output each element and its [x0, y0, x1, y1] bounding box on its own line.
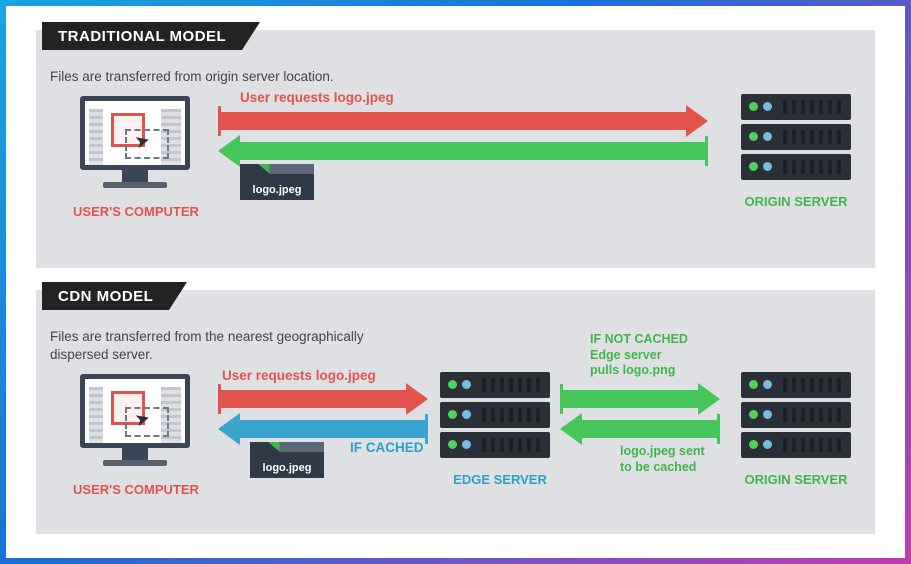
origin-server-label: ORIGIN SERVER [731, 194, 861, 209]
arrow-response [218, 142, 708, 160]
arrow-request-edge [218, 390, 428, 408]
stage-traditional: ➤ USER'S COMPUTER ORIGIN SERVER User req… [50, 92, 861, 242]
panel-cdn: CDN MODEL Files are transferred from the… [36, 290, 875, 534]
edge-server-icon [440, 372, 550, 462]
file-chip: logo.jpeg [250, 442, 324, 478]
diagram-page: TRADITIONAL MODEL Files are transferred … [6, 6, 905, 558]
panel-desc-cdn: Files are transferred from the nearest g… [50, 328, 370, 364]
user-computer-label: USER'S COMPUTER [56, 482, 216, 497]
origin-server-icon [741, 372, 851, 462]
arrow-cached-response [218, 420, 428, 438]
file-chip-label: logo.jpeg [253, 184, 302, 196]
arrow-request-label: User requests logo.jpeg [240, 90, 394, 105]
note-not-cached: IF NOT CACHED Edge server pulls logo.png [590, 332, 688, 379]
panel-tab-traditional: TRADITIONAL MODEL [42, 22, 242, 50]
arrow-request [218, 112, 708, 130]
file-chip: logo.jpeg [240, 164, 314, 200]
origin-server-icon [741, 94, 851, 184]
panel-traditional: TRADITIONAL MODEL Files are transferred … [36, 30, 875, 268]
stage-cdn: ➤ USER'S COMPUTER EDGE SERVER ORIGIN SER… [50, 370, 861, 520]
user-computer-icon: ➤ [70, 374, 200, 466]
note-sent-to-cache: logo.jpeg sent to be cached [620, 444, 705, 475]
file-chip-label: logo.jpeg [263, 462, 312, 474]
arrow-cached-label: IF CACHED [350, 440, 424, 455]
origin-server-label: ORIGIN SERVER [731, 472, 861, 487]
arrow-request-edge-label: User requests logo.jpeg [222, 368, 376, 383]
panel-desc-traditional: Files are transferred from origin server… [50, 68, 350, 86]
user-computer-icon: ➤ [70, 96, 200, 188]
arrow-edge-to-origin [560, 390, 720, 408]
panel-tab-cdn: CDN MODEL [42, 282, 169, 310]
edge-server-label: EDGE SERVER [440, 472, 560, 487]
arrow-origin-to-edge [560, 420, 720, 438]
user-computer-label: USER'S COMPUTER [56, 204, 216, 219]
